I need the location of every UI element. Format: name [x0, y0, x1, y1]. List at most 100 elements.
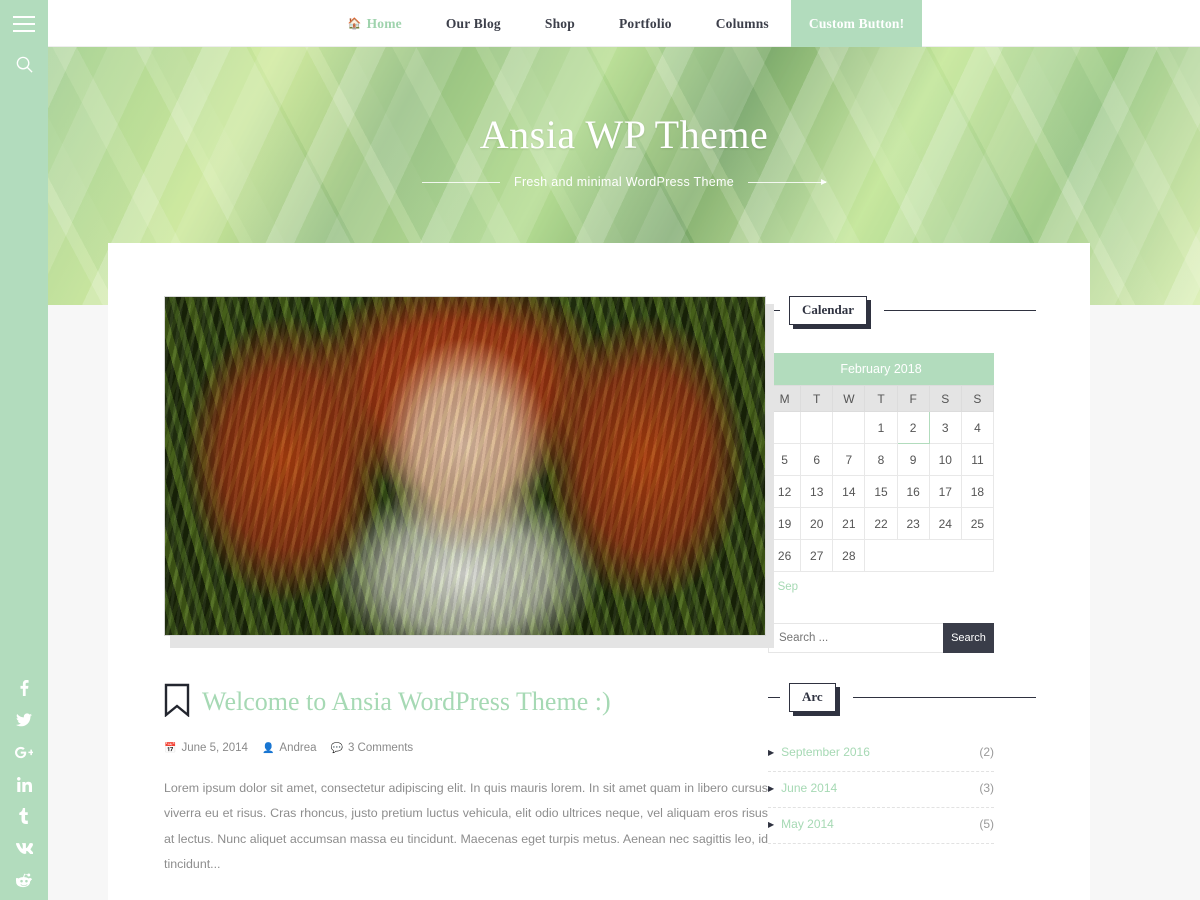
calendar-day[interactable]: 18	[960, 475, 995, 508]
calendar-day[interactable]: 10	[928, 443, 962, 476]
calendar-day[interactable]: 13	[800, 475, 834, 508]
nav-item-label: Shop	[544, 15, 575, 31]
post-excerpt: Lorem ipsum dolor sit amet, consectetur …	[164, 781, 768, 872]
list-item: ▶ May 2014 (5)	[768, 808, 994, 844]
post-date-label: June 5, 2014	[181, 742, 248, 754]
archive-link[interactable]: June 2014	[781, 781, 979, 795]
calendar-day[interactable]: 28	[832, 539, 866, 572]
calendar-weekday: S	[928, 385, 962, 412]
widget-title-rule	[884, 310, 1036, 311]
calendar-week-row: 26 27 28	[767, 539, 994, 572]
post-comments-label: 3 Comments	[347, 742, 414, 754]
nav-custom-button[interactable]: Custom Button!	[790, 0, 923, 47]
calendar-week-row: 12 13 14 15 16 17 18	[767, 475, 995, 508]
calendar-day[interactable]: 20	[800, 507, 834, 540]
post-title-row: Welcome to Ansia WordPress Theme :)	[164, 683, 752, 722]
archive-link[interactable]: May 2014	[781, 817, 979, 831]
calendar-day[interactable]: 1	[864, 411, 898, 444]
calendar-weekday-row: M T W T F S S	[767, 385, 995, 412]
calendar-prev-link[interactable]: « Sep	[768, 581, 1036, 593]
vk-icon[interactable]	[12, 838, 36, 858]
calendar-day[interactable]: 8	[864, 443, 898, 476]
reddit-icon[interactable]	[12, 870, 36, 890]
archive-link[interactable]: September 2016	[781, 745, 979, 759]
calendar-day[interactable]: 23	[896, 507, 930, 540]
nav-item-home[interactable]: 🏠 Home	[326, 0, 424, 47]
calendar-day[interactable]: 22	[864, 507, 898, 540]
calendar-day[interactable]: 3	[928, 411, 962, 444]
tumblr-icon[interactable]	[12, 806, 36, 826]
calendar-day[interactable]: 6	[800, 443, 834, 476]
triangle-right-icon: ▶	[768, 819, 775, 829]
nav-item-label: Columns	[715, 15, 769, 31]
calendar-day[interactable]: 15	[864, 475, 898, 508]
calendar-weekday: S	[960, 385, 995, 412]
calendar-weekday: W	[832, 385, 866, 412]
search-icon[interactable]	[12, 52, 36, 76]
post-author-label: Andrea	[279, 742, 317, 754]
site-tagline: Fresh and minimal WordPress Theme	[514, 175, 734, 189]
bookmark-icon	[164, 683, 190, 722]
site-title: Ansia WP Theme	[479, 112, 769, 157]
nav-item-label: Portfolio	[618, 15, 672, 31]
linkedin-icon[interactable]	[12, 774, 36, 794]
archive-count: (2)	[979, 745, 994, 759]
widget-calendar: Calendar February 2018 M T W T F S S 1 2…	[767, 296, 1036, 593]
calendar-day[interactable]: 14	[832, 475, 866, 508]
social-links	[0, 678, 48, 900]
post-featured-image-wrap	[164, 296, 774, 648]
list-item: ▶ June 2014 (3)	[768, 772, 994, 808]
nav-item-columns[interactable]: Columns	[694, 0, 791, 47]
user-icon: 👤	[261, 742, 275, 754]
calendar-day[interactable]: 24	[928, 507, 962, 540]
search-form: Search	[768, 623, 994, 653]
widget-calendar-header: Calendar	[768, 296, 1036, 325]
google-plus-icon[interactable]	[12, 742, 36, 762]
calendar-day[interactable]: 11	[960, 443, 995, 476]
twitter-icon[interactable]	[12, 710, 36, 730]
main-column: Welcome to Ansia WordPress Theme :) 📅 Ju…	[108, 296, 774, 900]
list-item: ▶ September 2016 (2)	[768, 736, 994, 772]
post-title[interactable]: Welcome to Ansia WordPress Theme :)	[202, 688, 611, 717]
post-featured-image[interactable]	[164, 296, 766, 636]
calendar-day[interactable]: 4	[960, 411, 995, 444]
calendar-day	[800, 411, 834, 444]
search-input[interactable]	[768, 623, 943, 653]
archive-count: (5)	[979, 817, 994, 831]
post-author[interactable]: 👤 Andrea	[262, 742, 317, 754]
site-tagline-row: Fresh and minimal WordPress Theme	[422, 175, 827, 189]
calendar-week-row: 19 20 21 22 23 24 25	[767, 507, 995, 540]
calendar-day[interactable]: 27	[800, 539, 834, 572]
calendar-weekday: F	[896, 385, 930, 412]
calendar-day-today[interactable]: 2	[896, 411, 930, 444]
comment-icon: 💬	[330, 742, 343, 754]
nav-custom-button-label: Custom Button!	[808, 15, 905, 31]
search-submit-button[interactable]: Search	[943, 623, 994, 653]
hamburger-icon[interactable]	[12, 12, 36, 36]
house-icon: 🏠	[347, 17, 362, 30]
nav-item-our-blog[interactable]: Our Blog	[424, 0, 523, 47]
calendar-day[interactable]: 16	[896, 475, 930, 508]
widget-archives-header: Arc	[768, 683, 1036, 712]
calendar-day[interactable]: 21	[832, 507, 866, 540]
calendar-day[interactable]: 9	[896, 443, 930, 476]
nav-item-label: Home	[366, 15, 402, 31]
widget-search: Search	[768, 623, 1036, 653]
nav-item-label: Our Blog	[445, 15, 501, 31]
calendar-day[interactable]: 25	[960, 507, 995, 540]
post-comments[interactable]: 💬 3 Comments	[331, 742, 414, 754]
triangle-right-icon: ▶	[768, 783, 775, 793]
nav-item-portfolio[interactable]: Portfolio	[597, 0, 694, 47]
calendar-day[interactable]: 17	[928, 475, 962, 508]
widget-calendar-title: Calendar	[789, 296, 867, 325]
calendar-day	[832, 411, 866, 444]
calendar-day[interactable]: 7	[832, 443, 866, 476]
content-card: Welcome to Ansia WordPress Theme :) 📅 Ju…	[108, 243, 1090, 900]
nav-item-shop[interactable]: Shop	[523, 0, 597, 47]
top-navigation: 🏠 Home Our Blog Shop Portfolio Columns C…	[48, 0, 1200, 47]
tagline-rule-right	[747, 178, 827, 185]
sidebar-top-icons	[12, 0, 36, 76]
tagline-rule-left	[422, 181, 501, 183]
facebook-icon[interactable]	[12, 678, 36, 698]
widget-title-dash	[768, 697, 780, 698]
